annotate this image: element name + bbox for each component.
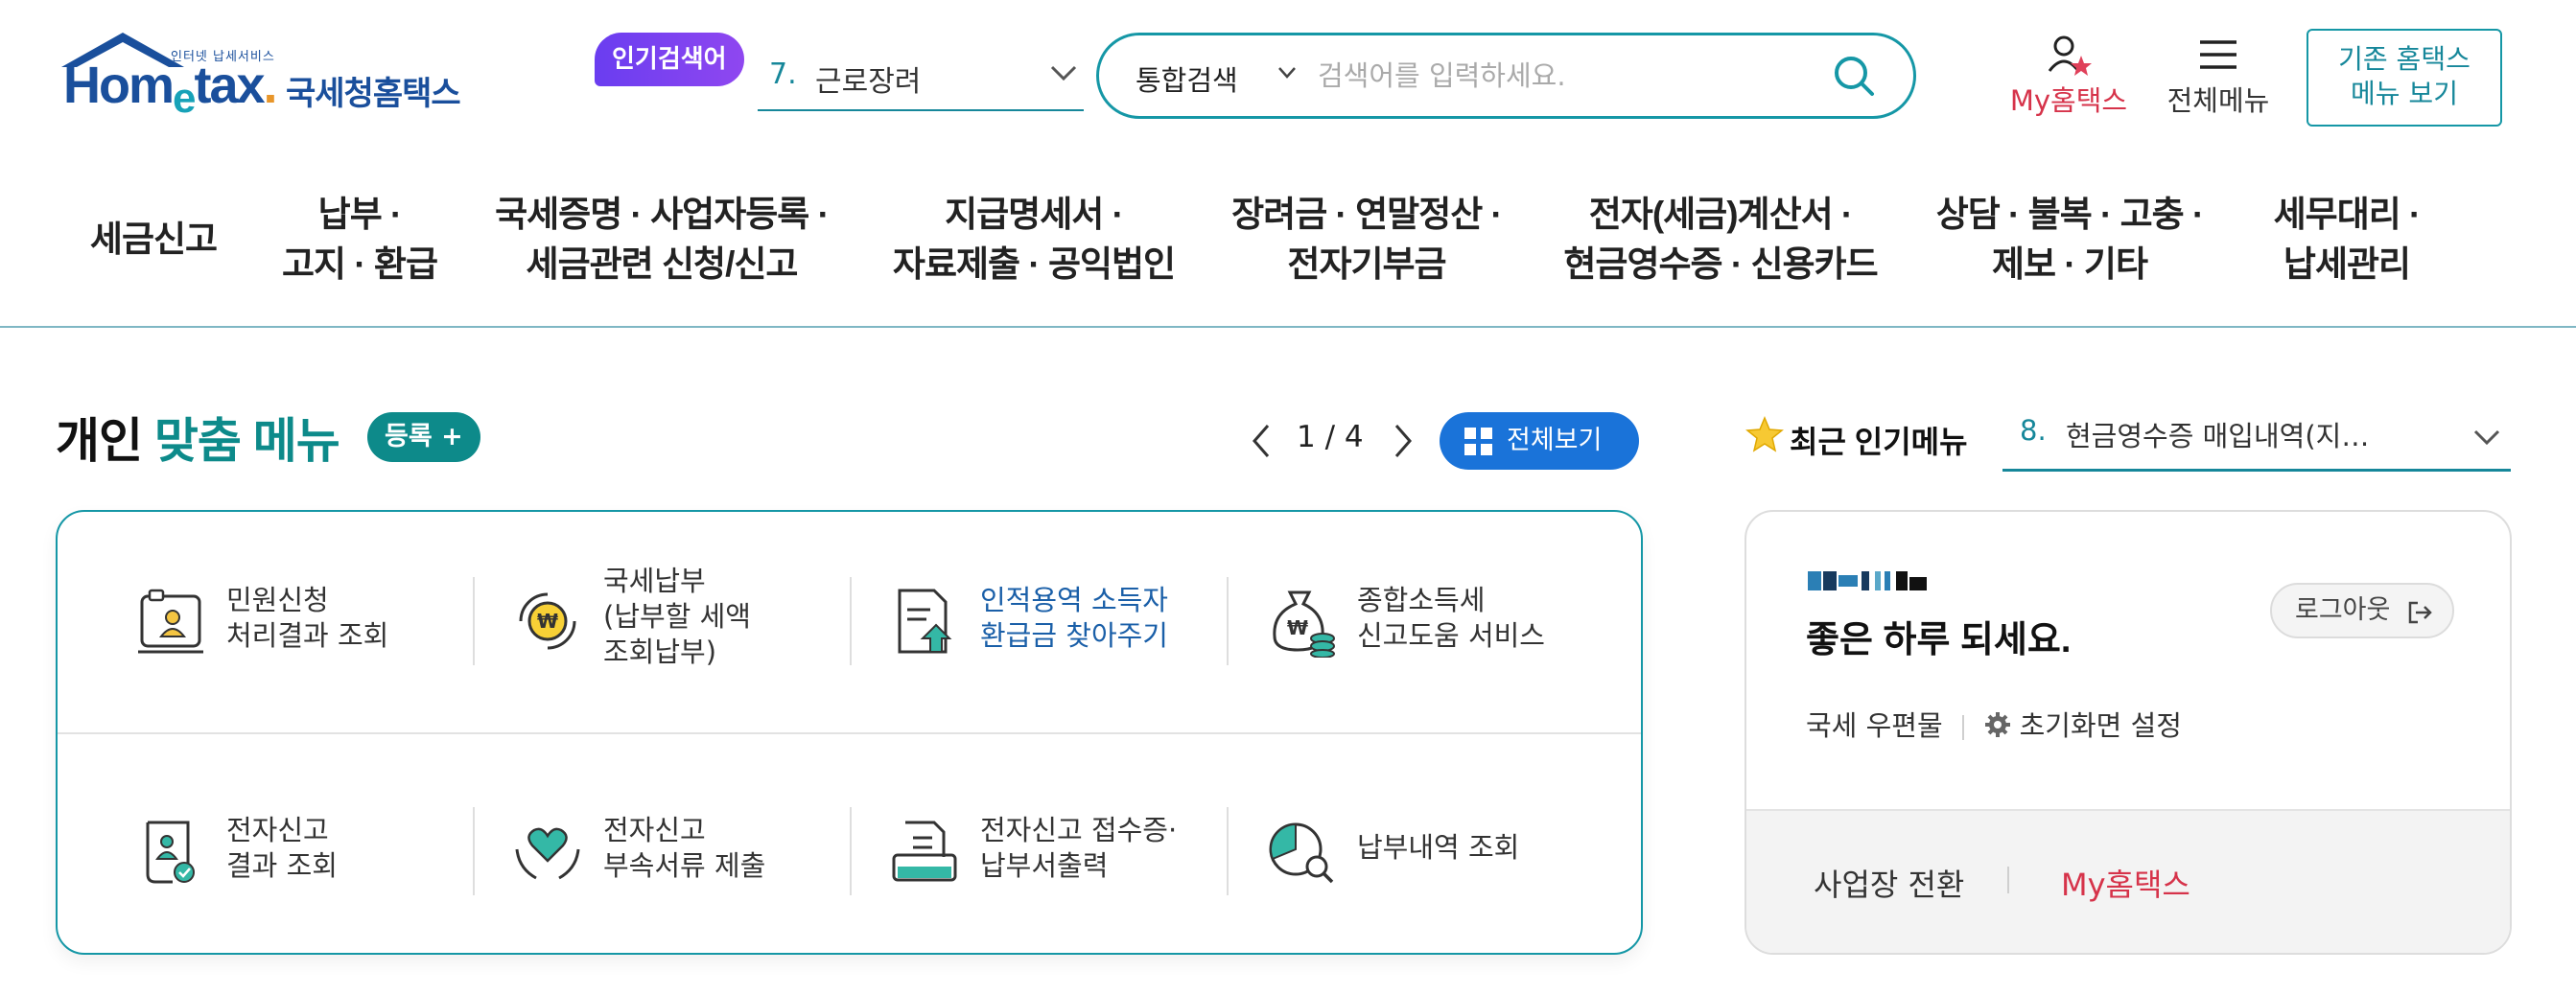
- hometax-logo[interactable]: 인터넷 납세서비스 Hometax. 국세청홈택스: [56, 29, 478, 128]
- tile-complaint-result[interactable]: 민원신청 처리결과 조회: [117, 546, 491, 700]
- search-type-select[interactable]: 통합검색: [1136, 58, 1238, 99]
- tile-receipt-print[interactable]: 전자신고 접수증· 납부서출력: [871, 776, 1245, 930]
- masked-user-name: [1808, 571, 1927, 590]
- tax-mail-link[interactable]: 국세 우편물: [1806, 709, 1943, 742]
- login-box: 좋은 하루 되세요. 로그아웃 국세 우편물 초기화면 설정 사업장 전환 My…: [1745, 510, 2512, 955]
- my-hometax-label: My홈택스: [2009, 84, 2128, 117]
- nav-item-certificates[interactable]: 국세증명 · 사업자등록 · 세금관련 신청/신고: [495, 190, 830, 289]
- nav-item-tax-filing[interactable]: 세금신고: [90, 215, 218, 265]
- gear-icon: [1984, 712, 2010, 737]
- recent-popular-menu-title: 최근 인기메뉴: [1790, 425, 1968, 459]
- footer-my-hometax-link[interactable]: My홈택스: [2061, 861, 2190, 905]
- login-footer: 사업장 전환 My홈택스: [1746, 809, 2510, 953]
- recent-popular-rank: 8.: [2020, 414, 2047, 447]
- nav-item-payment-statements[interactable]: 지급명세서 · 자료제출 · 공익법인: [893, 190, 1176, 289]
- all-menu-button[interactable]: 전체메뉴: [2156, 35, 2281, 121]
- nav-item-e-invoices[interactable]: 전자(세금)계산서 · 현금영수증 · 신용카드: [1563, 190, 1878, 289]
- search-input[interactable]: [1318, 49, 1816, 103]
- personal-menu-card: 민원신청 처리결과 조회 ₩ 국세납부 (납부할 세액 조회납부) 인적용역 소득자 환…: [56, 510, 1643, 955]
- personal-menu-title: 개인 맞춤 메뉴: [56, 414, 340, 468]
- old-hometax-button[interactable]: 기존 홈택스 메뉴 보기: [2307, 29, 2502, 127]
- view-all-label: 전체보기: [1507, 426, 1603, 455]
- logout-icon: [2408, 601, 2432, 624]
- popular-search-select[interactable]: 7. 근로장려: [758, 44, 1084, 111]
- complaint-result-icon: [138, 589, 203, 654]
- logo-korean: 국세청홈택스: [286, 75, 461, 113]
- receipt-print-icon: [892, 821, 957, 882]
- popular-search-term: 근로장려: [815, 65, 922, 99]
- pager-indicator: 1 / 4: [1297, 420, 1364, 454]
- user-star-icon: [2048, 35, 2092, 76]
- switch-business-link[interactable]: 사업장 전환: [1814, 861, 1964, 905]
- card-divider: [58, 732, 1641, 734]
- my-hometax-link[interactable]: My홈택스: [1997, 35, 2141, 121]
- popular-search-badge: 인기검색어: [595, 33, 744, 86]
- popular-search-rank: 7.: [769, 58, 797, 91]
- star-icon: [1745, 416, 1784, 452]
- chevron-down-icon: [2473, 429, 2500, 446]
- nav-item-tax-agent[interactable]: 세무대리 · 납세관리: [2274, 190, 2422, 289]
- search-icon[interactable]: [1833, 55, 1875, 97]
- svg-text:₩: ₩: [537, 610, 558, 633]
- recent-popular-menu-select[interactable]: 8. 현금영수증 매입내역(지…: [2002, 403, 2511, 472]
- grid-icon: [1464, 428, 1492, 455]
- logout-label: 로그아웃: [2295, 595, 2391, 625]
- tile-attachment-submit[interactable]: 전자신고 부속서류 제출: [494, 776, 868, 930]
- nav-item-consultation[interactable]: 상담 · 불복 · 고충 · 제보 · 기타: [1936, 190, 2205, 289]
- chevron-down-icon: [1050, 65, 1077, 81]
- chevron-left-icon[interactable]: [1247, 422, 1276, 460]
- old-hometax-line1: 기존 홈택스: [2338, 43, 2471, 75]
- e-filing-result-icon: [146, 821, 195, 884]
- nav-item-payment[interactable]: 납부 · 고지 · 환급: [282, 190, 438, 289]
- logo-wordmark: Hometax.: [63, 57, 278, 122]
- chevron-right-icon[interactable]: [1389, 422, 1417, 460]
- tile-payment-history[interactable]: 납부내역 조회: [1248, 776, 1622, 930]
- svg-text:₩: ₩: [1287, 616, 1308, 639]
- tile-income-tax-help[interactable]: ₩ 종합소득세 신고도움 서비스: [1248, 546, 1622, 700]
- greeting-text: 좋은 하루 되세요.: [1806, 620, 2072, 660]
- recent-popular-item: 현금영수증 매입내역(지…: [2066, 420, 2370, 452]
- chevron-down-icon: [1278, 67, 1296, 79]
- view-all-button[interactable]: 전체보기: [1440, 412, 1639, 470]
- tile-refund-finder[interactable]: 인적용역 소득자 환급금 찾아주기: [871, 546, 1245, 700]
- all-menu-label: 전체메뉴: [2166, 84, 2270, 117]
- refund-document-icon: [898, 589, 952, 654]
- tile-e-filing-result[interactable]: 전자신고 결과 조회: [117, 776, 491, 930]
- link-separator: [1961, 715, 1964, 740]
- search-bar: 통합검색: [1096, 33, 1916, 119]
- login-links: 국세 우편물 초기화면 설정: [1806, 704, 2182, 744]
- home-setting-link[interactable]: 초기화면 설정: [2020, 709, 2182, 742]
- footer-separator: [2007, 867, 2009, 893]
- heart-hands-icon: [515, 827, 580, 880]
- register-menu-button[interactable]: 등록 +: [367, 412, 480, 462]
- logout-button[interactable]: 로그아웃: [2270, 583, 2454, 638]
- pie-search-icon: [1269, 822, 1334, 884]
- old-hometax-line2: 메뉴 보기: [2351, 78, 2458, 109]
- tile-national-tax-payment[interactable]: ₩ 국세납부 (납부할 세액 조회납부): [494, 546, 868, 700]
- nav-item-incentives[interactable]: 장려금 · 연말정산 · 전자기부금: [1231, 190, 1503, 289]
- money-bag-icon: ₩: [1273, 590, 1335, 658]
- main-nav: 세금신고 납부 · 고지 · 환급 국세증명 · 사업자등록 · 세금관련 신청/신…: [0, 163, 2576, 328]
- hamburger-menu-icon: [2200, 40, 2236, 69]
- tax-payment-coin-icon: ₩: [519, 592, 576, 650]
